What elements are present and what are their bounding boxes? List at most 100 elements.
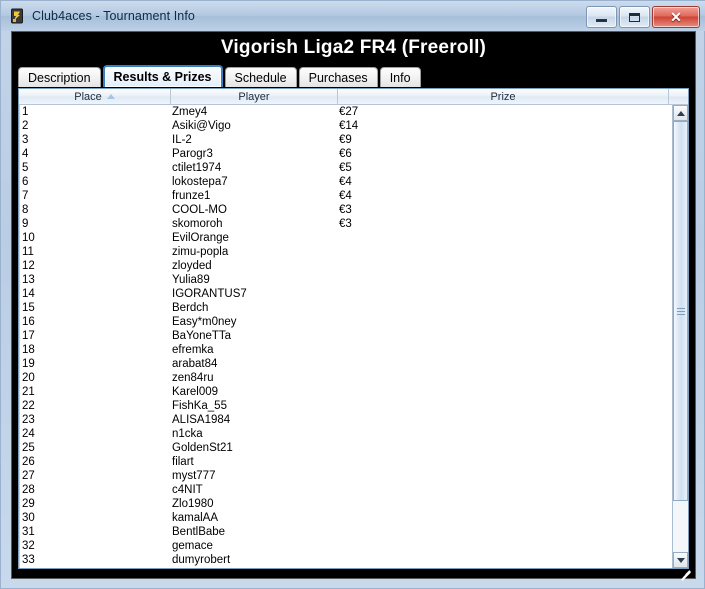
playing-card-icon bbox=[9, 8, 25, 24]
table-row[interactable]: 13 Yulia89 bbox=[20, 273, 672, 287]
cell-place: 7 bbox=[22, 190, 29, 202]
tab-label: Description bbox=[28, 70, 91, 85]
cell-player: IL-2 bbox=[172, 134, 192, 146]
cell-player: BaYoneTTa bbox=[172, 330, 232, 342]
table-row[interactable]: 4 Parogr3 €6 bbox=[20, 147, 672, 161]
tab-schedule[interactable]: Schedule bbox=[224, 67, 297, 87]
cell-player: dumyrobert bbox=[172, 554, 231, 566]
cell-place: 26 bbox=[22, 456, 35, 468]
cell-player: Parogr3 bbox=[172, 148, 213, 160]
table-row[interactable]: 22 FishKa_55 bbox=[20, 399, 672, 413]
results-rows[interactable]: 1 Zmey4 €27 2 Asiki@Vigo €14 3 IL-2 €9 4 Parogr3 €6… bbox=[19, 105, 672, 568]
cell-place: 9 bbox=[22, 218, 29, 230]
cell-place: 20 bbox=[22, 372, 35, 384]
cell-player: ctilet1974 bbox=[172, 162, 222, 174]
table-row[interactable]: 3 IL-2 €9 bbox=[20, 133, 672, 147]
table-row[interactable]: 5 ctilet1974 €5 bbox=[20, 161, 672, 175]
table-row[interactable]: 23 ALISA1984 bbox=[20, 413, 672, 427]
table-row[interactable]: 20 zen84ru bbox=[20, 371, 672, 385]
cell-player: kamalAA bbox=[172, 512, 219, 524]
cell-place: 10 bbox=[22, 232, 35, 244]
cell-prize: €6 bbox=[339, 148, 352, 160]
cell-player: Zmey4 bbox=[172, 106, 208, 118]
cell-player: zen84ru bbox=[172, 372, 214, 384]
cell-player: COOL-MO bbox=[172, 204, 227, 216]
column-header-player[interactable]: Player bbox=[171, 89, 338, 104]
minimize-button[interactable] bbox=[586, 6, 617, 28]
cell-prize: €27 bbox=[339, 106, 359, 118]
table-row[interactable]: 29 Zlo1980 bbox=[20, 497, 672, 511]
cell-place: 28 bbox=[22, 484, 35, 496]
rows-viewport: 1 Zmey4 €27 2 Asiki@Vigo €14 3 IL-2 €9 4 Parogr3 €6… bbox=[19, 105, 688, 568]
table-row[interactable]: 12 zloyded bbox=[20, 259, 672, 273]
cell-place: 21 bbox=[22, 386, 35, 398]
cell-player: zimu-popla bbox=[172, 246, 229, 258]
cell-place: 6 bbox=[22, 176, 29, 188]
cell-prize: €3 bbox=[339, 204, 352, 216]
cell-player: Berdch bbox=[172, 302, 209, 314]
scrollbar-thumb[interactable] bbox=[673, 121, 688, 501]
cell-place: 19 bbox=[22, 358, 35, 370]
cell-player: c4NIT bbox=[172, 484, 203, 496]
vertical-scrollbar[interactable] bbox=[672, 105, 688, 568]
table-row[interactable]: 18 efremka bbox=[20, 343, 672, 357]
cell-player: gemace bbox=[172, 540, 213, 552]
tab-label: Purchases bbox=[308, 70, 368, 85]
column-header-place[interactable]: Place bbox=[19, 89, 171, 104]
table-row[interactable]: 30 kamalAA bbox=[20, 511, 672, 525]
table-row[interactable]: 24 n1cka bbox=[20, 427, 672, 441]
table-row[interactable]: 14 IGORANTUS7 bbox=[20, 287, 672, 301]
cell-place: 2 bbox=[22, 120, 29, 132]
tab-results-and-prizes[interactable]: Results & Prizes bbox=[102, 65, 223, 87]
table-row[interactable]: 25 GoldenSt21 bbox=[20, 441, 672, 455]
table-row[interactable]: 10 EvilOrange bbox=[20, 231, 672, 245]
tab-purchases[interactable]: Purchases bbox=[298, 67, 378, 87]
caption-button-group: ✕ bbox=[586, 6, 700, 28]
tab-strip: Description Results & Prizes Schedule Pu… bbox=[18, 65, 423, 87]
tab-label: Info bbox=[389, 70, 411, 85]
table-row[interactable]: 27 myst777 bbox=[20, 469, 672, 483]
table-row[interactable]: 15 Berdch bbox=[20, 301, 672, 315]
table-row[interactable]: 7 frunze1 €4 bbox=[20, 189, 672, 203]
table-row[interactable]: 6 lokostepa7 €4 bbox=[20, 175, 672, 189]
table-row[interactable]: 28 c4NIT bbox=[20, 483, 672, 497]
cell-place: 4 bbox=[22, 148, 29, 160]
table-row[interactable]: 19 arabat84 bbox=[20, 357, 672, 371]
table-row[interactable]: 26 filart bbox=[20, 455, 672, 469]
tab-description[interactable]: Description bbox=[18, 67, 101, 87]
cell-place: 8 bbox=[22, 204, 29, 216]
table-row[interactable]: 17 BaYoneTTa bbox=[20, 329, 672, 343]
cell-place: 17 bbox=[22, 330, 35, 342]
table-row[interactable]: 11 zimu-popla bbox=[20, 245, 672, 259]
table-row[interactable]: 33 dumyrobert bbox=[20, 553, 672, 567]
table-row[interactable]: 1 Zmey4 €27 bbox=[20, 105, 672, 119]
tab-info[interactable]: Info bbox=[379, 67, 421, 87]
cell-prize: €5 bbox=[339, 162, 352, 174]
column-header-prize[interactable]: Prize bbox=[338, 89, 669, 104]
close-button[interactable]: ✕ bbox=[652, 6, 700, 28]
scrollbar-track[interactable] bbox=[673, 121, 688, 552]
column-header-label: Place bbox=[74, 90, 102, 103]
cell-place: 5 bbox=[22, 162, 29, 174]
window-titlebar[interactable]: Club4aces - Tournament Info ✕ bbox=[1, 1, 705, 31]
cell-player: frunze1 bbox=[172, 190, 211, 202]
cell-place: 31 bbox=[22, 526, 35, 538]
maximize-button[interactable] bbox=[619, 6, 650, 28]
resize-grip-icon[interactable] bbox=[679, 563, 692, 581]
table-row[interactable]: 9 skomoroh €3 bbox=[20, 217, 672, 231]
cell-prize: €9 bbox=[339, 134, 352, 146]
tab-label: Results & Prizes bbox=[113, 70, 212, 84]
scroll-up-button[interactable] bbox=[673, 105, 688, 121]
table-row[interactable]: 8 COOL-MO €3 bbox=[20, 203, 672, 217]
cell-prize: €4 bbox=[339, 176, 352, 188]
table-row[interactable]: 32 gemace bbox=[20, 539, 672, 553]
table-row[interactable]: 31 BentlBabe bbox=[20, 525, 672, 539]
scrollbar-grip-icon bbox=[676, 306, 685, 317]
column-header-label: Prize bbox=[490, 90, 516, 103]
table-row[interactable]: 21 Karel009 bbox=[20, 385, 672, 399]
table-row[interactable]: 16 Easy*m0ney bbox=[20, 315, 672, 329]
table-row[interactable]: 2 Asiki@Vigo €14 bbox=[20, 119, 672, 133]
cell-prize: €3 bbox=[339, 218, 352, 230]
sort-ascending-icon bbox=[106, 94, 115, 99]
cell-player: BentlBabe bbox=[172, 526, 226, 538]
